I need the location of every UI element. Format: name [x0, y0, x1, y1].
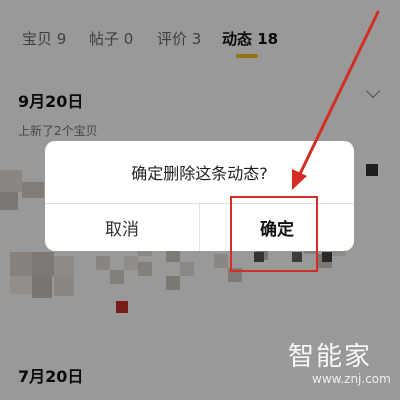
cancel-button[interactable]: 取消	[45, 204, 199, 251]
dialog-message: 确定删除这条动态?	[131, 164, 268, 183]
watermark: 智能家 www.znj.com	[288, 336, 392, 396]
watermark-logo: 智能家	[288, 342, 373, 372]
annotation-highlight-box	[230, 196, 318, 272]
watermark-url: www.znj.com	[312, 372, 391, 386]
